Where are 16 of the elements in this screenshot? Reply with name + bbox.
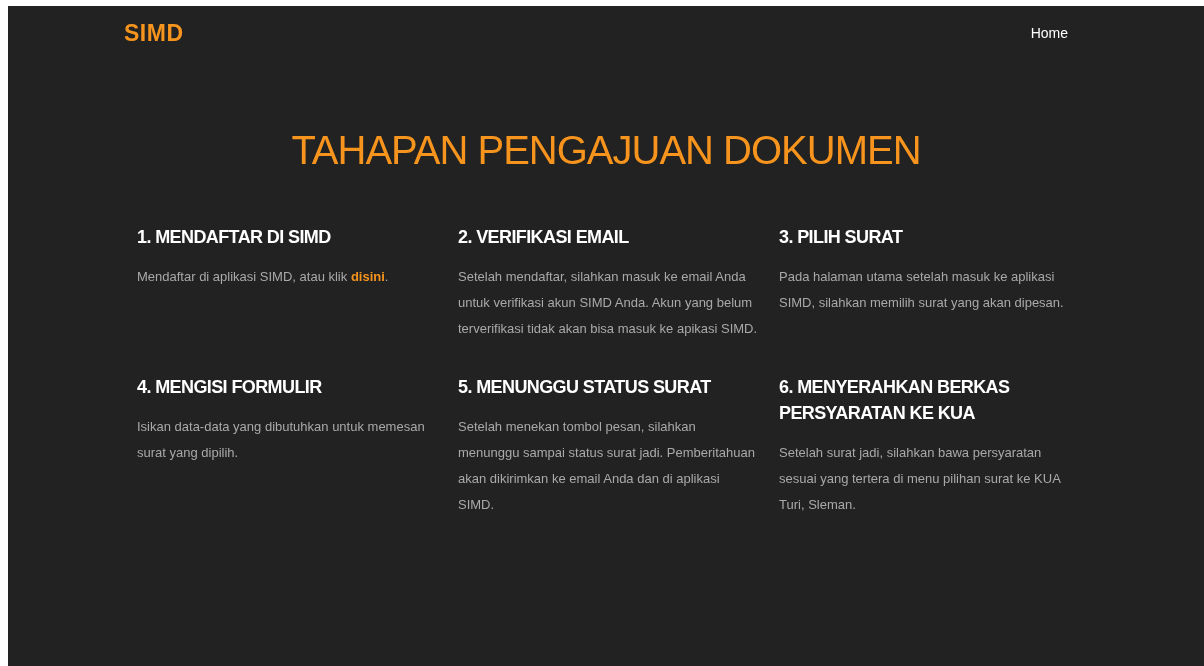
page-title: TAHAPAN PENGAJUAN DOKUMEN: [290, 127, 922, 174]
step-heading: 2. VERIFIKASI EMAIL: [458, 226, 630, 249]
step-description: Isikan data-data yang dibutuhkan untuk memesan surat yang dipilih.: [137, 418, 426, 462]
step-description: Setelah mendaftar, silahkan masuk ke email Anda untuk verifikasi akun SIMD Anda. Akun yang belum terverifikasi tidak akan bisa masuk ke apikasi SIMD.: [458, 268, 758, 338]
step-heading: 5. MENUNGGU STATUS SURAT: [458, 376, 712, 399]
step-heading: 1. MENDAFTAR DI SIMD: [137, 226, 332, 249]
brand-logo[interactable]: SIMD: [124, 19, 184, 47]
step-heading: 6. MENYERAHKAN BERKAS PERSYARATAN KE KUA: [779, 376, 1011, 425]
step-description: Pada halaman utama setelah masuk ke aplikasi SIMD, silahkan memilih surat yang akan dipesan.: [779, 268, 1065, 312]
nav-link[interactable]: Home: [1030, 25, 1068, 41]
step-heading: 4. MENGISI FORMULIR: [137, 376, 323, 399]
step-description: Setelah menekan tombol pesan, silahkan menunggu sampai status surat jadi. Pemberitahuan akan dikirimkan ke email Anda dan di aplikasi SIMD.: [458, 418, 756, 514]
step-heading: 3. PILIH SURAT: [779, 226, 904, 249]
step-description: Mendaftar di aplikasi SIMD, atau klik disini.: [137, 268, 390, 286]
step-description: Setelah surat jadi, silahkan bawa persyaratan sesuai yang tertera di menu pilihan surat ke KUA Turi, Sleman.: [779, 444, 1062, 514]
signup-link[interactable]: disini: [350, 269, 385, 284]
